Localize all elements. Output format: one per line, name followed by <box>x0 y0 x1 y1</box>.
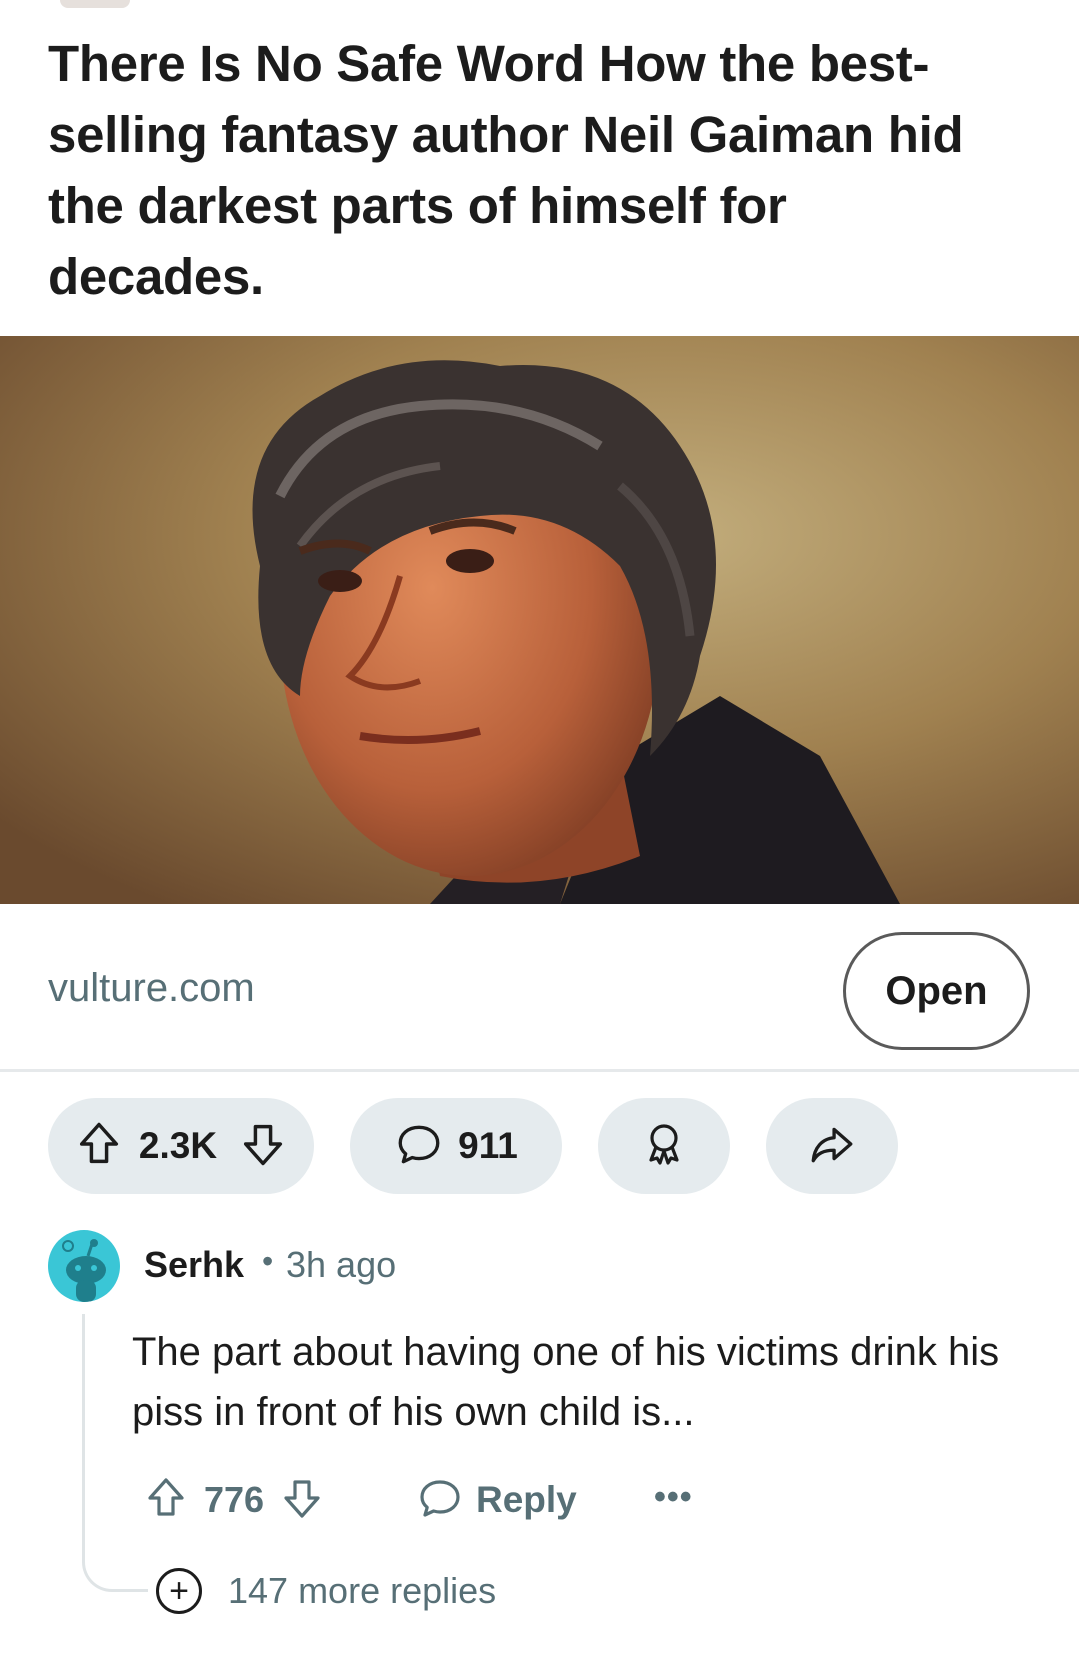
comment-score: 776 <box>204 1479 265 1520</box>
link-domain[interactable]: vulture.com <box>48 966 255 1011</box>
award-ribbon-icon <box>640 1120 688 1173</box>
more-replies-button[interactable]: + 147 more replies <box>156 1568 496 1614</box>
post-vote-pill: 2.3K <box>48 1098 314 1194</box>
expand-plus-icon: + <box>156 1568 202 1614</box>
award-button[interactable] <box>598 1098 730 1194</box>
upvote-arrow-icon[interactable] <box>73 1118 125 1175</box>
downvote-arrow-icon[interactable] <box>278 1474 326 1527</box>
header-avatar-fragment <box>60 0 130 8</box>
open-link-button[interactable]: Open <box>843 932 1030 1050</box>
meta-separator: • <box>262 1243 274 1279</box>
reply-button[interactable]: Reply <box>416 1470 577 1530</box>
comment-timestamp: 3h ago <box>286 1244 397 1285</box>
post-detail-page: There Is No Safe Word How the best-selli… <box>0 0 1079 1654</box>
more-options-button[interactable]: ••• <box>654 1478 693 1517</box>
post-score: 2.3K <box>138 1125 218 1166</box>
comment-author[interactable]: Serhk <box>144 1244 244 1286</box>
comment-bubble-icon <box>416 1474 464 1527</box>
upvote-arrow-icon[interactable] <box>142 1474 190 1527</box>
post-thumbnail-image[interactable] <box>0 336 1079 904</box>
portrait-illustration <box>0 336 1079 904</box>
comment-count: 911 <box>458 1125 518 1166</box>
downvote-arrow-icon[interactable] <box>237 1118 289 1175</box>
share-button[interactable] <box>766 1098 898 1194</box>
comments-button[interactable]: 911 <box>350 1098 562 1194</box>
snoo-avatar-icon[interactable] <box>48 1230 120 1302</box>
more-replies-label: 147 more replies <box>228 1570 497 1611</box>
post-title: There Is No Safe Word How the best-selli… <box>48 35 964 305</box>
share-arrow-icon <box>807 1119 857 1174</box>
link-preview-bar: vulture.com Open <box>0 904 1079 1072</box>
comment-bubble-icon <box>394 1119 444 1174</box>
comment-vote-controls: 776 <box>142 1470 326 1530</box>
comment-body: The part about having one of his victims… <box>132 1330 1000 1434</box>
reply-label: Reply <box>476 1479 577 1520</box>
